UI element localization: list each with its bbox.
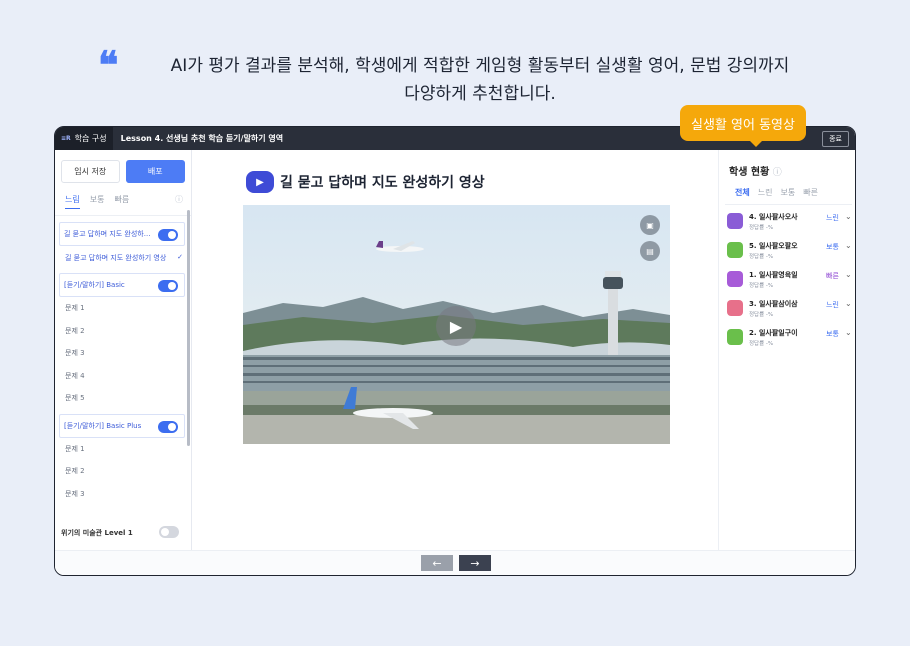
question-item[interactable]: 문제 2: [55, 460, 191, 483]
chevron-down-icon[interactable]: ⌄: [845, 270, 852, 279]
video-title: ▶ 길 묻고 답하며 지도 완성하기 영상: [246, 171, 485, 193]
info-icon[interactable]: ⓘ: [175, 194, 183, 205]
student-row[interactable]: 4. 일사팔사오사정답률 -% 느린 ⌄: [727, 211, 854, 237]
chevron-down-icon[interactable]: ⌄: [845, 328, 852, 337]
student-panel-title: 학생 현황 ⓘ: [729, 163, 782, 178]
question-item[interactable]: 문제 5: [55, 387, 191, 410]
question-item[interactable]: 문제 3: [55, 483, 191, 506]
question-list-basic-plus: 문제 1 문제 2 문제 3: [55, 438, 191, 506]
lesson-toggle[interactable]: [159, 526, 179, 538]
end-button[interactable]: 종료: [822, 131, 849, 147]
save-button[interactable]: 임시 저장: [61, 160, 120, 183]
student-level: 보통: [826, 243, 839, 251]
tab-normal[interactable]: 보통: [90, 194, 105, 209]
student-name: 2. 일사팔일구이: [749, 329, 798, 337]
lesson-item-map[interactable]: 길 묻고 답하며 지도 완성하...: [59, 222, 185, 246]
lesson-sub-label: 길 묻고 답하며 지도 완성하기 영상: [65, 254, 167, 262]
student-rate: 정답률 -%: [749, 312, 774, 318]
question-item[interactable]: 문제 1: [55, 297, 191, 320]
tab-slow[interactable]: 느림: [65, 194, 80, 209]
lesson-item-museum[interactable]: 위기의 미술관 Level 1: [61, 526, 185, 538]
student-panel-title-text: 학생 현황: [729, 167, 770, 178]
headline: AI가 평가 결과를 분석해, 학생에게 적합한 게임형 활동부터 실생활 영어…: [120, 52, 840, 108]
lesson-title: Lesson 4. 선생님 추천 학습 듣기/말하기 영역: [120, 134, 284, 143]
image-icon[interactable]: ▣: [640, 215, 660, 235]
student-name: 3. 일사팔삼이삼: [749, 300, 798, 308]
lesson-toggle[interactable]: [158, 229, 178, 241]
tab-slow[interactable]: 느린: [758, 187, 773, 198]
footer-bar: ← →: [55, 550, 855, 575]
chevron-down-icon[interactable]: ⌄: [845, 212, 852, 221]
lesson-item-label: 위기의 미술관 Level 1: [61, 529, 133, 537]
tab-all[interactable]: 전체: [735, 187, 750, 198]
tab-normal[interactable]: 보통: [780, 187, 795, 198]
question-item[interactable]: 문제 4: [55, 365, 191, 388]
student-rate: 정답률 -%: [749, 283, 774, 289]
student-level: 느린: [826, 301, 839, 309]
chevron-down-icon[interactable]: ⌄: [845, 299, 852, 308]
tab-fast[interactable]: 빠른: [803, 187, 818, 198]
question-item[interactable]: 문제 1: [55, 438, 191, 461]
group-basic-plus[interactable]: [듣기/말하기] Basic Plus: [59, 413, 185, 438]
deploy-button[interactable]: 배포: [125, 160, 185, 183]
callout-badge: 실생활 영어 동영상: [680, 105, 806, 147]
divider: [725, 204, 852, 205]
group-label: [듣기/말하기] Basic: [64, 281, 125, 289]
student-level: 보통: [826, 330, 839, 338]
promo-card: ❝ AI가 평가 결과를 분석해, 학생에게 적합한 게임형 활동부터 실생활 …: [0, 0, 910, 646]
avatar: [727, 271, 743, 287]
student-name: 5. 일사팔오팔오: [749, 242, 798, 250]
student-row[interactable]: 1. 일사팔영육일정답률 -% 빠른 ⌄: [727, 269, 854, 295]
lesson-item-label: 길 묻고 답하며 지도 완성하...: [64, 230, 151, 238]
lesson-panel: 임시 저장 배포 느림 보통 빠름 ⓘ 길 묻고 답하며 지도 완성하... 길…: [55, 150, 192, 550]
student-tabs: 전체 느린 보통 빠른: [735, 187, 818, 198]
student-panel: 학생 현황 ⓘ 전체 느린 보통 빠른 4. 일사팔사오사 정답률 -% 느린 ⌄ 5.…: [718, 150, 855, 550]
lesson-sub-item[interactable]: 길 묻고 답하며 지도 완성하기 영상 ✓: [55, 246, 191, 263]
logo-icon: ≡R: [61, 135, 71, 142]
avatar: [727, 213, 743, 229]
scrollbar[interactable]: [187, 210, 190, 446]
menu-label: 학습 구성: [74, 134, 107, 143]
question-item[interactable]: 문제 3: [55, 342, 191, 365]
play-icon: ▶: [246, 171, 274, 193]
student-level: 빠른: [826, 272, 839, 280]
avatar: [727, 300, 743, 316]
video-player[interactable]: ▣ ▤ ▶: [243, 205, 670, 444]
avatar: [727, 242, 743, 258]
group-toggle[interactable]: [158, 420, 178, 433]
app-window: ≡R 학습 구성 Lesson 4. 선생님 추천 학습 듣기/말하기 영역 종…: [54, 126, 856, 576]
student-rate: 정답률 -%: [749, 254, 774, 260]
question-list-basic: 문제 1 문제 2 문제 3 문제 4 문제 5: [55, 297, 191, 410]
student-name: 1. 일사팔영육일: [749, 271, 798, 279]
question-item[interactable]: 문제 2: [55, 320, 191, 343]
headline-line1: AI가 평가 결과를 분석해, 학생에게 적합한 게임형 활동부터 실생활 영어…: [170, 56, 790, 76]
tab-fast[interactable]: 빠름: [114, 194, 129, 209]
play-button[interactable]: ▶: [436, 306, 476, 346]
student-level: 느린: [826, 214, 839, 222]
level-tabs: 느림 보통 빠름 ⓘ: [55, 183, 191, 209]
student-row[interactable]: 2. 일사팔일구이정답률 -% 보통 ⌄: [727, 327, 854, 353]
headline-line2: 다양하게 추천합니다.: [404, 84, 556, 104]
student-row[interactable]: 3. 일사팔삼이삼정답률 -% 느린 ⌄: [727, 298, 854, 324]
avatar: [727, 329, 743, 345]
check-icon: ✓: [177, 253, 183, 261]
prev-button[interactable]: ←: [421, 555, 453, 571]
file-icon[interactable]: ▤: [640, 241, 660, 261]
student-row[interactable]: 5. 일사팔오팔오정답률 -% 보통 ⌄: [727, 240, 854, 266]
video-title-text: 길 묻고 답하며 지도 완성하기 영상: [280, 175, 485, 191]
divider: [55, 215, 191, 216]
group-toggle[interactable]: [158, 280, 178, 292]
group-label: [듣기/말하기] Basic Plus: [64, 421, 142, 430]
menu-button[interactable]: ≡R 학습 구성: [55, 127, 113, 150]
main-content: ▶ 길 묻고 답하며 지도 완성하기 영상 ▣ ▤ ▶: [192, 150, 718, 550]
group-basic[interactable]: [듣기/말하기] Basic: [59, 273, 185, 297]
info-icon[interactable]: ⓘ: [773, 168, 782, 178]
student-rate: 정답률 -%: [749, 341, 774, 347]
next-button[interactable]: →: [459, 555, 491, 571]
student-rate: 정답률 -%: [749, 225, 774, 231]
chevron-down-icon[interactable]: ⌄: [845, 241, 852, 250]
student-name: 4. 일사팔사오사: [749, 213, 798, 221]
quote-icon: ❝: [98, 42, 119, 87]
